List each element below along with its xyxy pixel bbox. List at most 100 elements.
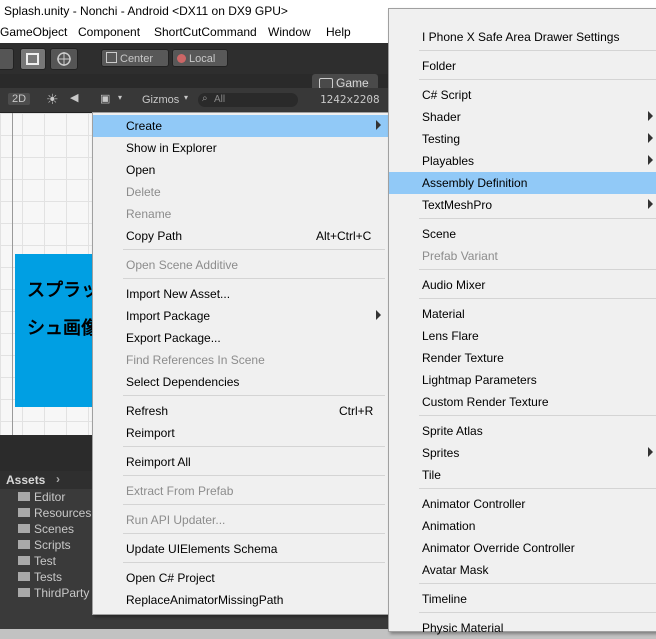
2d-mode-toggle[interactable]: 2D (8, 93, 31, 105)
menu-shortcutcommand[interactable]: ShortCutCommand (154, 25, 257, 39)
submenu-item-render-texture[interactable]: Render Texture (389, 347, 656, 369)
folder-resources[interactable]: Resources (18, 506, 91, 522)
menu-item-copy-path[interactable]: Copy Path Alt+Ctrl+C (93, 225, 389, 247)
menu-item-label: Animator Override Controller (422, 541, 575, 555)
submenu-item-timeline[interactable]: Timeline (389, 588, 656, 610)
menu-gameobject[interactable]: GameObject (0, 25, 67, 39)
rect-tool-button[interactable] (20, 48, 46, 70)
menu-item-refresh[interactable]: Refresh Ctrl+R (93, 400, 389, 422)
menu-item-label: Physic Material (422, 621, 504, 635)
menu-item-open-csharp-project[interactable]: Open C# Project (93, 567, 389, 589)
menu-item-label: Delete (126, 185, 161, 199)
folder-test[interactable]: Test (18, 554, 56, 570)
submenu-item-assembly-definition[interactable]: Assembly Definition (389, 172, 656, 194)
assets-breadcrumb[interactable]: Assets › (0, 471, 100, 489)
folder-icon (18, 492, 30, 502)
scale-tool-button[interactable] (0, 48, 14, 70)
menu-item-reimport-all[interactable]: Reimport All (93, 451, 389, 473)
lighting-icon[interactable]: ☀ (46, 91, 59, 108)
menu-item-label: Create (126, 119, 163, 133)
menu-item-select-dependencies[interactable]: Select Dependencies (93, 371, 389, 393)
folder-editor[interactable]: Editor (18, 490, 65, 506)
submenu-item-material[interactable]: Material (389, 303, 656, 325)
submenu-item-folder[interactable]: Folder (389, 55, 656, 77)
folder-thirdparty[interactable]: ThirdParty (18, 586, 89, 602)
folder-scripts[interactable]: Scripts (18, 538, 71, 554)
folder-label: ThirdParty (34, 586, 90, 600)
menu-item-reimport[interactable]: Reimport (93, 422, 389, 444)
menu-item-replace-animator-missing-path[interactable]: ReplaceAnimatorMissingPath (93, 589, 389, 611)
menu-item-import-new-asset[interactable]: Import New Asset... (93, 283, 389, 305)
submenu-item-avatar-mask[interactable]: Avatar Mask (389, 559, 656, 581)
transform-tool-button[interactable] (50, 48, 78, 70)
submenu-item-playables[interactable]: Playables (389, 150, 656, 172)
menu-item-find-references[interactable]: Find References In Scene (93, 349, 389, 371)
menu-item-export-package[interactable]: Export Package... (93, 327, 389, 349)
menu-item-open-scene-additive[interactable]: Open Scene Additive (93, 254, 389, 276)
submenu-item-lightmap-parameters[interactable]: Lightmap Parameters (389, 369, 656, 391)
submenu-item-audio-mixer[interactable]: Audio Mixer (389, 274, 656, 296)
menu-item-label: Find References In Scene (126, 353, 265, 367)
menu-item-label: Rename (126, 207, 172, 221)
menu-item-label: Prefab Variant (422, 249, 498, 263)
menu-item-show-in-explorer[interactable]: Show in Explorer (93, 137, 389, 159)
submenu-item-sprite-atlas[interactable]: Sprite Atlas (389, 420, 656, 442)
submenu-item-prefab-variant[interactable]: Prefab Variant (389, 245, 656, 267)
submenu-item-tile[interactable]: Tile (389, 464, 656, 486)
submenu-item-shader[interactable]: Shader (389, 106, 656, 128)
submenu-item-animator-override-controller[interactable]: Animator Override Controller (389, 537, 656, 559)
menu-item-label: Animator Controller (422, 497, 526, 511)
folder-icon (18, 540, 30, 550)
menu-item-label: Lens Flare (422, 329, 479, 343)
menu-component[interactable]: Component (78, 25, 140, 39)
folder-scenes[interactable]: Scenes (18, 522, 74, 538)
menu-separator (123, 249, 385, 250)
effects-dropdown-icon[interactable]: ▾ (118, 93, 122, 102)
game-resolution[interactable]: 1242x2208 (320, 93, 380, 106)
audio-icon[interactable]: ◀ (70, 91, 78, 104)
center-label: Center (120, 53, 154, 65)
submenu-item-lens-flare[interactable]: Lens Flare (389, 325, 656, 347)
breadcrumb-chevron-icon: › (56, 472, 60, 486)
submenu-item-textmeshpro[interactable]: TextMeshPro (389, 194, 656, 216)
menu-item-extract-from-prefab[interactable]: Extract From Prefab (93, 480, 389, 502)
menu-separator (123, 475, 385, 476)
submenu-item-testing[interactable]: Testing (389, 128, 656, 150)
menu-separator (419, 583, 656, 584)
submenu-item-scene[interactable]: Scene (389, 223, 656, 245)
menu-item-import-package[interactable]: Import Package (93, 305, 389, 327)
pivot-center-button[interactable]: Center (101, 49, 169, 67)
scene-boundary-line (12, 113, 13, 435)
folder-label: Scripts (34, 538, 71, 552)
menu-item-label: Copy Path (126, 229, 183, 243)
menu-item-rename[interactable]: Rename (93, 203, 389, 225)
menu-item-update-uielements-schema[interactable]: Update UIElements Schema (93, 538, 389, 560)
menu-item-label: Sprites (422, 446, 460, 460)
submenu-item-animator-controller[interactable]: Animator Controller (389, 493, 656, 515)
submenu-item-iphone-safe-area[interactable]: I Phone X Safe Area Drawer Settings (389, 26, 656, 48)
submenu-item-physic-material[interactable]: Physic Material (389, 617, 656, 639)
menu-item-delete[interactable]: Delete (93, 181, 389, 203)
gizmos-dropdown[interactable]: Gizmos (142, 94, 179, 106)
menu-separator (419, 612, 656, 613)
folder-tests[interactable]: Tests (18, 570, 62, 586)
menu-separator (123, 395, 385, 396)
pivot-local-button[interactable]: Local (172, 49, 228, 67)
search-input[interactable]: ⌕ All (198, 93, 298, 107)
menu-item-open[interactable]: Open (93, 159, 389, 181)
menu-window[interactable]: Window (268, 25, 311, 39)
submenu-item-custom-render-texture[interactable]: Custom Render Texture (389, 391, 656, 413)
submenu-arrow-icon (376, 120, 381, 130)
image-effects-icon[interactable]: ▣ (100, 92, 110, 105)
menu-item-label: Timeline (422, 592, 467, 606)
submenu-item-animation[interactable]: Animation (389, 515, 656, 537)
window-title: Splash.unity - Nonchi - Android <DX11 on… (4, 4, 288, 18)
menu-item-run-api-updater[interactable]: Run API Updater... (93, 509, 389, 531)
menu-item-create[interactable]: Create (93, 115, 389, 137)
submenu-item-csharp-script[interactable]: C# Script (389, 84, 656, 106)
menu-item-label: TextMeshPro (422, 198, 493, 212)
menu-item-label: Testing (422, 132, 461, 146)
menu-help[interactable]: Help (326, 25, 351, 39)
submenu-item-sprites[interactable]: Sprites (389, 442, 656, 464)
menu-item-label: Animation (422, 519, 476, 533)
